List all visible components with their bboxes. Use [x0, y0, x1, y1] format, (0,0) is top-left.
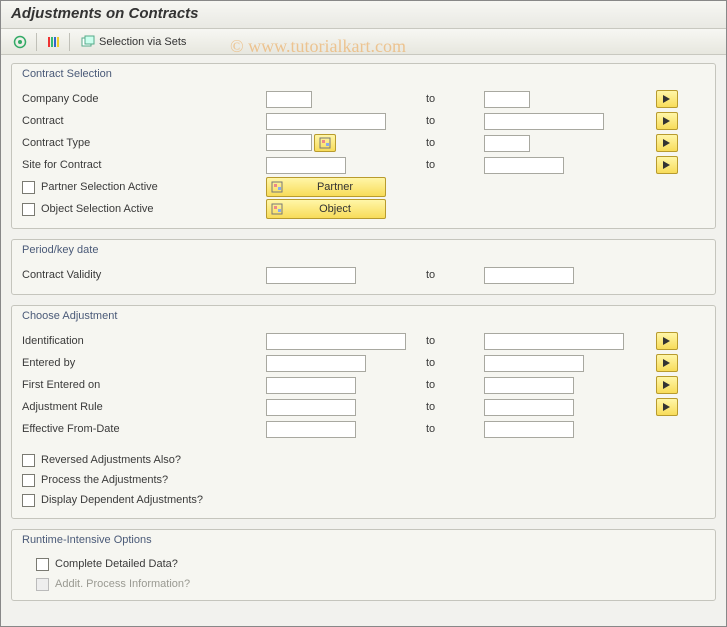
checkbox-partner-selection[interactable]	[22, 181, 35, 194]
multi-select-first-entered[interactable]	[656, 376, 678, 394]
contract-type-to[interactable]	[484, 135, 530, 152]
adjustment-rule-to[interactable]	[484, 399, 574, 416]
group-title: Choose Adjustment	[22, 310, 705, 326]
content-area: Contract Selection Company Code to Contr…	[1, 55, 726, 611]
group-title: Contract Selection	[22, 68, 705, 84]
f4-help-contract-type[interactable]	[314, 134, 336, 152]
group-contract-selection: Contract Selection Company Code to Contr…	[11, 63, 716, 229]
multi-select-contract-type[interactable]	[656, 134, 678, 152]
company-code-from[interactable]	[266, 91, 312, 108]
contract-type-from[interactable]	[266, 134, 312, 151]
toolbar-separator	[69, 33, 70, 51]
first-entered-to[interactable]	[484, 377, 574, 394]
page-title: Adjustments on Contracts	[1, 1, 726, 29]
checkbox-addit-process	[36, 578, 49, 591]
group-runtime-options: Runtime-Intensive Options Complete Detai…	[11, 529, 716, 601]
multi-select-site[interactable]	[656, 156, 678, 174]
multi-select-contract[interactable]	[656, 112, 678, 130]
validity-to[interactable]	[484, 267, 574, 284]
label-addit-process: Addit. Process Information?	[22, 574, 705, 594]
to-label: to	[420, 115, 480, 127]
contract-to[interactable]	[484, 113, 604, 130]
validity-from[interactable]	[266, 267, 356, 284]
partner-button[interactable]: Partner	[266, 177, 386, 197]
checkbox-display-dependent[interactable]	[22, 494, 35, 507]
adjustment-rule-from[interactable]	[266, 399, 356, 416]
label-contract-validity: Contract Validity	[22, 269, 262, 281]
contract-from[interactable]	[266, 113, 386, 130]
expand-icon	[271, 203, 283, 215]
group-title: Period/key date	[22, 244, 705, 260]
to-label: to	[420, 357, 480, 369]
group-period: Period/key date Contract Validity to	[11, 239, 716, 295]
checkbox-reversed[interactable]	[22, 454, 35, 467]
selection-via-sets-button[interactable]: Selection via Sets	[75, 33, 192, 51]
label-complete-detailed: Complete Detailed Data?	[22, 554, 705, 574]
label-identification: Identification	[22, 335, 262, 347]
toolbar: Selection via Sets	[1, 29, 726, 55]
to-label: to	[420, 269, 480, 281]
variant-icon[interactable]	[42, 32, 64, 52]
group-title: Runtime-Intensive Options	[22, 534, 705, 550]
label-contract-type: Contract Type	[22, 137, 262, 149]
object-button[interactable]: Object	[266, 199, 386, 219]
to-label: to	[420, 159, 480, 171]
label-partner-selection-active: Partner Selection Active	[22, 181, 262, 194]
to-label: to	[420, 423, 480, 435]
to-label: to	[420, 137, 480, 149]
to-label: to	[420, 93, 480, 105]
label-contract: Contract	[22, 115, 262, 127]
site-from[interactable]	[266, 157, 346, 174]
checkbox-complete-detailed[interactable]	[36, 558, 49, 571]
label-reversed-adjustments: Reversed Adjustments Also?	[22, 450, 705, 470]
checkbox-object-selection[interactable]	[22, 203, 35, 216]
entered-by-to[interactable]	[484, 355, 584, 372]
multi-select-company-code[interactable]	[656, 90, 678, 108]
multi-select-entered-by[interactable]	[656, 354, 678, 372]
multi-select-adjustment-rule[interactable]	[656, 398, 678, 416]
toolbar-separator	[36, 33, 37, 51]
label-adjustment-rule: Adjustment Rule	[22, 401, 262, 413]
to-label: to	[420, 401, 480, 413]
entered-by-from[interactable]	[266, 355, 366, 372]
effective-from-to[interactable]	[484, 421, 574, 438]
execute-icon[interactable]	[9, 32, 31, 52]
group-choose-adjustment: Choose Adjustment Identification to Ente…	[11, 305, 716, 519]
to-label: to	[420, 379, 480, 391]
checkbox-process[interactable]	[22, 474, 35, 487]
label-display-dependent: Display Dependent Adjustments?	[22, 490, 705, 510]
label-process-adjustments: Process the Adjustments?	[22, 470, 705, 490]
label-object-selection-active: Object Selection Active	[22, 203, 262, 216]
selection-via-sets-label: Selection via Sets	[99, 36, 186, 48]
identification-to[interactable]	[484, 333, 624, 350]
company-code-to[interactable]	[484, 91, 530, 108]
identification-from[interactable]	[266, 333, 406, 350]
site-to[interactable]	[484, 157, 564, 174]
label-effective-from: Effective From-Date	[22, 423, 262, 435]
effective-from-from[interactable]	[266, 421, 356, 438]
label-site-for-contract: Site for Contract	[22, 159, 262, 171]
sets-icon	[81, 35, 95, 49]
to-label: to	[420, 335, 480, 347]
expand-icon	[271, 181, 283, 193]
label-entered-by: Entered by	[22, 357, 262, 369]
label-company-code: Company Code	[22, 93, 262, 105]
label-first-entered-on: First Entered on	[22, 379, 262, 391]
first-entered-from[interactable]	[266, 377, 356, 394]
multi-select-identification[interactable]	[656, 332, 678, 350]
